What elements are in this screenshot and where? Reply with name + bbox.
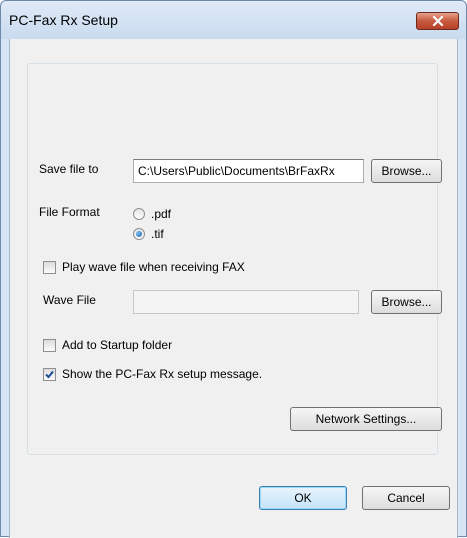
dialog-window: PC-Fax Rx Setup Save file to C:\Users\Pu… xyxy=(0,0,467,538)
wave-file-input[interactable] xyxy=(133,290,359,314)
radio-pdf[interactable] xyxy=(133,208,145,220)
file-format-label: File Format xyxy=(39,205,100,219)
wave-file-label: Wave File xyxy=(43,293,96,307)
checkmark-icon xyxy=(45,370,54,379)
window-title: PC-Fax Rx Setup xyxy=(9,12,118,28)
radio-pdf-label[interactable]: .pdf xyxy=(151,207,171,221)
save-file-browse-button[interactable]: Browse... xyxy=(371,159,442,183)
radio-selected-dot xyxy=(136,231,142,237)
wave-file-browse-button[interactable]: Browse... xyxy=(371,290,442,314)
title-bar[interactable]: PC-Fax Rx Setup xyxy=(1,1,466,39)
close-button[interactable] xyxy=(416,12,459,30)
save-file-label: Save file to xyxy=(39,162,99,176)
radio-tif-label[interactable]: .tif xyxy=(151,227,164,241)
close-icon xyxy=(432,16,443,26)
settings-group: Save file to C:\Users\Public\Documents\B… xyxy=(27,63,442,455)
cancel-button[interactable]: Cancel xyxy=(362,486,450,510)
play-wave-label[interactable]: Play wave file when receiving FAX xyxy=(62,260,245,274)
dialog-body: Save file to C:\Users\Public\Documents\B… xyxy=(9,39,458,538)
startup-checkbox[interactable] xyxy=(43,339,56,352)
startup-label[interactable]: Add to Startup folder xyxy=(62,338,172,352)
play-wave-checkbox[interactable] xyxy=(43,261,56,274)
network-settings-button[interactable]: Network Settings... xyxy=(290,407,442,431)
ok-button[interactable]: OK xyxy=(259,486,347,510)
show-message-label[interactable]: Show the PC-Fax Rx setup message. xyxy=(62,367,262,381)
save-file-input[interactable]: C:\Users\Public\Documents\BrFaxRx xyxy=(133,159,364,183)
radio-tif[interactable] xyxy=(133,228,145,240)
show-message-checkbox[interactable] xyxy=(43,368,56,381)
